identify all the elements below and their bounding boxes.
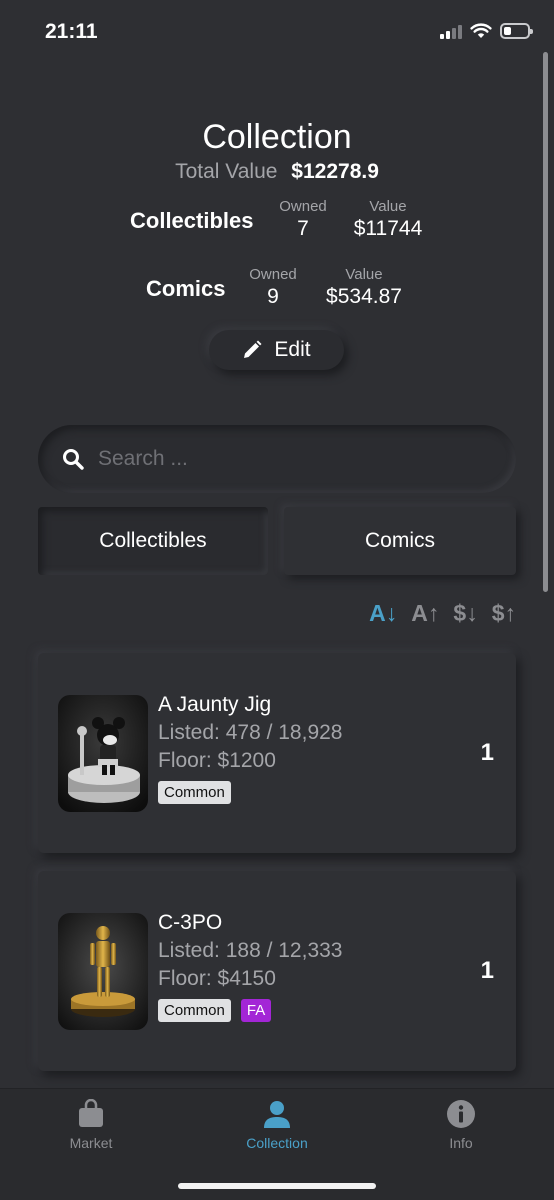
collectible-name: C-3PO — [158, 911, 223, 934]
sort-price-descending-button[interactable]: $↓ — [453, 600, 477, 627]
collectible-thumbnail — [58, 913, 148, 1030]
person-icon — [264, 1101, 290, 1128]
search-icon — [63, 449, 84, 470]
badges: Common — [158, 781, 342, 804]
collectible-name: A Jaunty Jig — [158, 693, 272, 716]
owned-value: 7 — [297, 217, 309, 240]
battery-icon — [500, 23, 533, 39]
collectible-card[interactable]: A Jaunty Jig Listed: 478 / 18,928 Floor:… — [38, 653, 516, 853]
nav-info[interactable]: Info — [401, 1099, 521, 1151]
comics-value: Value $534.87 — [316, 266, 412, 309]
nav-collection[interactable]: Collection — [217, 1099, 337, 1151]
collectibles-stats-label: Collectibles — [130, 208, 254, 233]
info-icon — [447, 1100, 475, 1128]
home-indicator[interactable] — [178, 1183, 376, 1189]
comics-owned: Owned 9 — [240, 266, 306, 309]
sort-controls: A↓ A↑ $↓ $↑ — [369, 600, 516, 627]
value-label: Value — [345, 266, 383, 283]
owned-label: Owned — [279, 198, 327, 215]
owned-count: 1 — [480, 739, 494, 766]
sort-name-ascending-button[interactable]: A↓ — [369, 600, 397, 627]
owned-count: 1 — [480, 957, 494, 984]
nav-market-label: Market — [69, 1135, 113, 1151]
sort-price-ascending-button[interactable]: $↑ — [492, 600, 516, 627]
nav-collection-label: Collection — [246, 1135, 308, 1151]
total-value-row: Total Value $12278.9 — [0, 160, 554, 184]
total-value-amount: $12278.9 — [291, 160, 379, 183]
collectibles-stats: Collectibles Owned 7 Value $11744 — [0, 198, 554, 246]
bag-icon — [79, 1099, 103, 1127]
total-value-label: Total Value — [175, 160, 278, 183]
status-time: 21:11 — [45, 20, 98, 43]
collectible-floor: Floor: $4150 — [158, 967, 276, 990]
collectible-info: C-3PO Listed: 188 / 12,333 Floor: $4150 … — [158, 911, 342, 1022]
pencil-icon — [244, 340, 262, 358]
nav-info-label: Info — [449, 1135, 473, 1151]
tab-collectibles[interactable]: Collectibles — [38, 507, 268, 575]
screen: 21:11 Collection Total Value $12278.9 Co… — [0, 0, 554, 1200]
edit-button[interactable]: Edit — [209, 330, 344, 370]
badges: Common FA — [158, 999, 342, 1022]
fa-badge: FA — [240, 999, 272, 1022]
collectible-listed: Listed: 478 / 18,928 — [158, 721, 343, 744]
collectible-info: A Jaunty Jig Listed: 478 / 18,928 Floor:… — [158, 693, 342, 804]
collectible-thumbnail — [58, 695, 148, 812]
value-amount: $11744 — [353, 217, 423, 240]
comics-stats: Comics Owned 9 Value $534.87 — [0, 266, 554, 314]
status-bar: 21:11 — [0, 0, 554, 66]
collectible-floor: Floor: $1200 — [158, 749, 276, 772]
cellular-signal-icon — [440, 24, 462, 39]
collectible-listed: Listed: 188 / 12,333 — [158, 939, 343, 962]
sort-name-descending-button[interactable]: A↑ — [411, 600, 439, 627]
tab-comics[interactable]: Comics — [284, 507, 516, 575]
nav-market[interactable]: Market — [31, 1099, 151, 1151]
owned-value: 9 — [267, 285, 279, 308]
collectible-card[interactable]: C-3PO Listed: 188 / 12,333 Floor: $4150 … — [38, 871, 516, 1071]
value-amount: $534.87 — [326, 285, 402, 308]
status-icons — [440, 23, 533, 39]
rarity-badge: Common — [158, 781, 231, 804]
page-title: Collection — [202, 118, 352, 156]
edit-button-label: Edit — [274, 338, 311, 361]
rarity-badge: Common — [158, 999, 231, 1022]
value-label: Value — [369, 198, 407, 215]
wifi-icon — [470, 23, 492, 38]
search-placeholder: Search ... — [98, 447, 188, 470]
comics-stats-label: Comics — [146, 276, 226, 301]
collectibles-value: Value $11744 — [346, 198, 430, 241]
owned-label: Owned — [249, 266, 297, 283]
collectibles-owned: Owned 7 — [270, 198, 336, 241]
search-input[interactable]: Search ... — [38, 425, 516, 493]
